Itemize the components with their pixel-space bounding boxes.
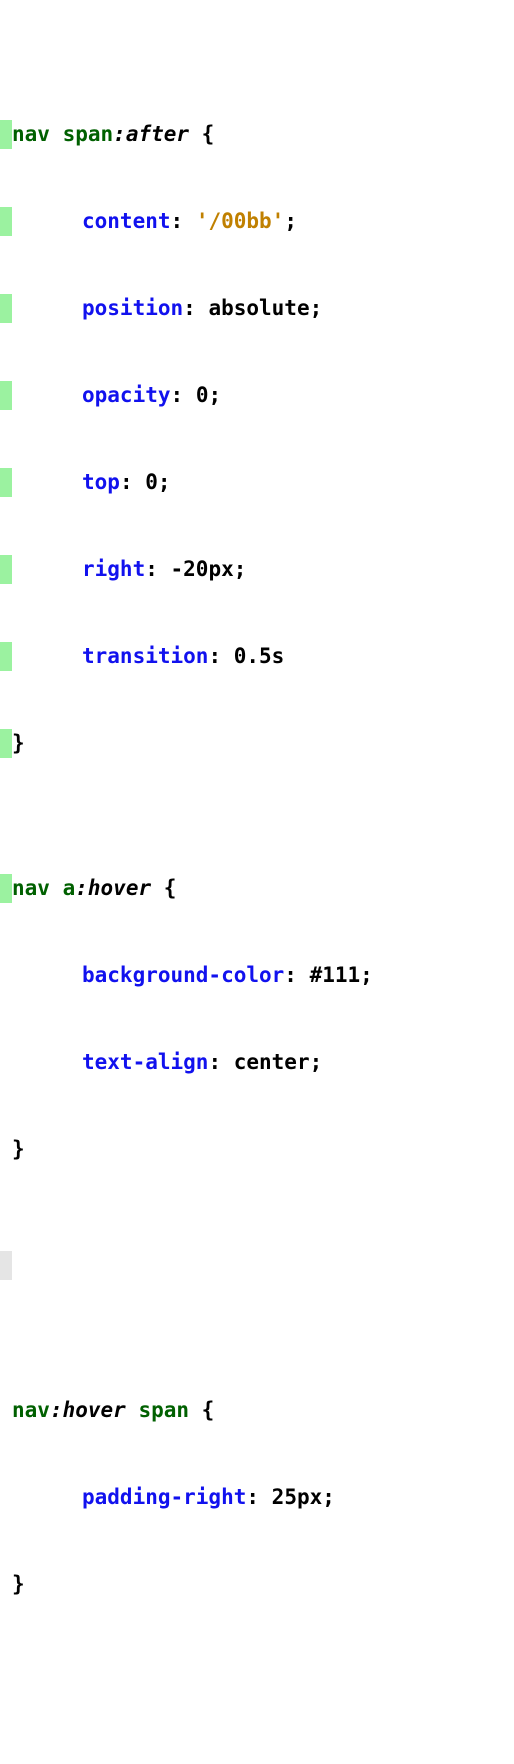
code-line: right: -20px;	[0, 555, 514, 584]
diff-gutter-add	[0, 207, 12, 236]
property: padding-right	[82, 1485, 246, 1509]
selector: span	[138, 1398, 189, 1422]
diff-gutter	[0, 1570, 12, 1599]
value: '/00bb'	[196, 209, 285, 233]
brace: {	[189, 1398, 214, 1422]
property: position	[82, 296, 183, 320]
sep: :	[183, 296, 208, 320]
property: opacity	[82, 383, 171, 407]
code-line: padding-right: 25px;	[0, 1483, 514, 1512]
blank-line	[0, 1251, 514, 1280]
brace: }	[12, 731, 25, 755]
selector: span	[63, 122, 114, 146]
semi: ;	[322, 1485, 335, 1509]
property: right	[82, 557, 145, 581]
pseudo: :after	[113, 122, 189, 146]
diff-gutter	[0, 1048, 12, 1077]
diff-gutter	[0, 1251, 12, 1280]
space	[50, 876, 63, 900]
diff-gutter	[0, 1483, 12, 1512]
value: 25px	[272, 1485, 323, 1509]
value: #111	[310, 963, 361, 987]
property: transition	[82, 644, 208, 668]
diff-gutter-add	[0, 729, 12, 758]
code-line: }	[0, 1570, 514, 1599]
code-line: nav span:after {	[0, 120, 514, 149]
code-line: nav a:hover {	[0, 874, 514, 903]
code-line: text-align: center;	[0, 1048, 514, 1077]
space	[126, 1398, 139, 1422]
code-line: position: absolute;	[0, 294, 514, 323]
sep: :	[145, 557, 170, 581]
property: text-align	[82, 1050, 208, 1074]
semi: ;	[284, 209, 297, 233]
semi: ;	[208, 383, 221, 407]
diff-gutter	[0, 1686, 12, 1715]
brace: {	[151, 876, 176, 900]
sep: :	[208, 1050, 233, 1074]
semi: ;	[360, 963, 373, 987]
value: 0	[145, 470, 158, 494]
property: content	[82, 209, 171, 233]
sep: :	[284, 963, 309, 987]
pseudo: :hover	[50, 1398, 126, 1422]
brace: }	[12, 1137, 25, 1161]
diff-gutter-add	[0, 555, 12, 584]
brace: {	[189, 122, 214, 146]
diff-gutter-add	[0, 381, 12, 410]
sep: :	[246, 1485, 271, 1509]
selector: a	[63, 876, 76, 900]
diff-gutter-add	[0, 294, 12, 323]
diff-gutter-add	[0, 468, 12, 497]
code-line: }	[0, 729, 514, 758]
code-editor: nav span:after { content: '/00bb'; posit…	[0, 0, 514, 1764]
sep: :	[120, 470, 145, 494]
diff-gutter-add	[0, 120, 12, 149]
property: top	[82, 470, 120, 494]
code-line: background-color: #111;	[0, 961, 514, 990]
semi: ;	[310, 296, 323, 320]
pseudo: :hover	[75, 876, 151, 900]
value: absolute	[208, 296, 309, 320]
diff-gutter	[0, 961, 12, 990]
value: center	[234, 1050, 310, 1074]
selector: nav	[12, 876, 50, 900]
diff-gutter-add	[0, 874, 12, 903]
property: background-color	[82, 963, 284, 987]
selector: nav	[12, 1398, 50, 1422]
sep: :	[208, 644, 233, 668]
diff-gutter-add	[0, 642, 12, 671]
value: 0.5s	[234, 644, 285, 668]
diff-gutter	[0, 1135, 12, 1164]
code-line: content: '/00bb';	[0, 207, 514, 236]
code-line: top: 0;	[0, 468, 514, 497]
value: 0	[196, 383, 209, 407]
value: -20px	[171, 557, 234, 581]
semi: ;	[234, 557, 247, 581]
sep: :	[171, 209, 196, 233]
space	[50, 122, 63, 146]
code-line: nav:hover span {	[0, 1396, 514, 1425]
selector: nav	[12, 122, 50, 146]
code-line: }	[0, 1135, 514, 1164]
code-line: opacity: 0;	[0, 381, 514, 410]
semi: ;	[310, 1050, 323, 1074]
code-line: transition: 0.5s	[0, 642, 514, 671]
brace: }	[12, 1572, 25, 1596]
blank-line	[0, 1686, 514, 1715]
diff-gutter	[0, 1396, 12, 1425]
semi: ;	[158, 470, 171, 494]
sep: :	[171, 383, 196, 407]
